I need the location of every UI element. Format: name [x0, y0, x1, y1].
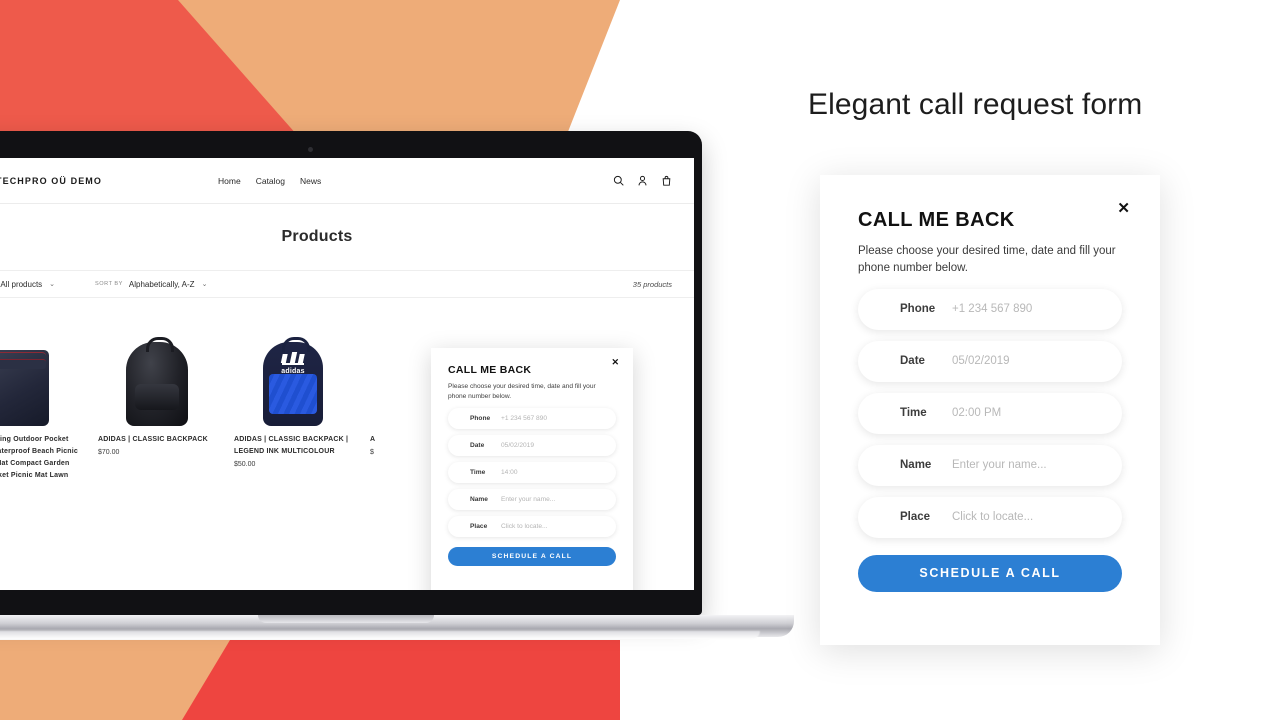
modal-title: CALL ME BACK — [448, 364, 532, 376]
product-illustration-blue-backpack: adidas — [263, 337, 323, 426]
sort-by-value: Alphabetically, A-Z — [128, 279, 195, 289]
product-illustration-navy-pouch — [0, 350, 49, 426]
schedule-a-call-button[interactable]: SCHEDULE A CALL — [858, 554, 1122, 592]
name-label: Name — [470, 495, 488, 503]
schedule-a-call-button[interactable]: SCHEDULE A CALL — [448, 546, 616, 566]
search-icon[interactable] — [613, 175, 624, 186]
laptop-camera — [308, 147, 313, 152]
product-count: 35 products — [632, 279, 672, 289]
name-field[interactable]: Name Enter your name... — [448, 488, 616, 510]
adidas-logo-icon — [280, 351, 306, 365]
laptop-foot — [0, 631, 760, 639]
laptop-screen: ARCHITECHPRO OÜ DEMO Home Catalog News — [0, 158, 694, 590]
phone-value: +1 234 567 890 — [501, 414, 548, 422]
date-value: 05/02/2019 — [952, 355, 1010, 368]
name-placeholder: Enter your name... — [501, 495, 556, 503]
adidas-wordmark: adidas — [281, 368, 305, 375]
name-label: Name — [900, 459, 932, 472]
product-image: adidas — [234, 316, 352, 426]
laptop-mockup: ARCHITECHPRO OÜ DEMO Home Catalog News — [0, 131, 800, 643]
place-placeholder: Click to locate... — [501, 522, 548, 530]
name-field[interactable]: Name Enter your name... — [858, 444, 1122, 486]
time-field[interactable]: Time 02:00 PM — [858, 392, 1122, 434]
call-me-back-modal: ✕ CALL ME BACK Please choose your desire… — [820, 175, 1160, 645]
time-value: 14:00 — [501, 468, 518, 476]
chevron-down-icon: ⌄ — [201, 281, 208, 288]
laptop-lid: ARCHITECHPRO OÜ DEMO Home Catalog News — [0, 131, 702, 615]
phone-label: Phone — [470, 414, 491, 422]
phone-field[interactable]: Phone +1 234 567 890 — [858, 288, 1122, 330]
product-card[interactable]: 2 size Folding Outdoor Pocket Blanket Wa… — [0, 316, 80, 504]
store-header-icons — [613, 175, 672, 186]
store-header: ARCHITECHPRO OÜ DEMO Home Catalog News — [0, 158, 694, 204]
phone-value: +1 234 567 890 — [952, 303, 1033, 316]
place-field[interactable]: Place Click to locate... — [858, 496, 1122, 538]
product-price: $50.00 — [234, 461, 256, 469]
laptop-base-notch — [258, 615, 434, 623]
product-card[interactable]: ADIDAS | CLASSIC BACKPACK $70.00 — [98, 316, 216, 504]
name-placeholder: Enter your name... — [952, 459, 1047, 472]
screen-call-me-back-modal: ✕ CALL ME BACK Please choose your desire… — [431, 348, 633, 590]
close-icon[interactable]: ✕ — [1117, 201, 1130, 216]
date-label: Date — [470, 441, 485, 449]
nav-item-news[interactable]: News — [300, 176, 321, 186]
phone-label: Phone — [900, 303, 936, 316]
chevron-down-icon: ⌄ — [49, 281, 56, 288]
place-field[interactable]: Place Click to locate... — [448, 515, 616, 537]
product-image — [0, 316, 80, 426]
filter-by-value: All products — [0, 279, 43, 289]
product-card[interactable]: adidas ADIDAS | CLASSIC BACKPACK | LEGEN… — [234, 316, 352, 504]
date-value: 05/02/2019 — [501, 441, 535, 449]
sort-by-label: SORT BY — [95, 281, 123, 287]
sort-by-control[interactable]: SORT BY Alphabetically, A-Z ⌄ — [95, 280, 207, 289]
time-label: Time — [470, 468, 486, 476]
date-field[interactable]: Date 05/02/2019 — [448, 434, 616, 456]
cart-icon[interactable] — [661, 175, 672, 186]
store-logo[interactable]: ARCHITECHPRO OÜ DEMO — [0, 176, 102, 186]
modal-subtitle: Please choose your desired time, date an… — [858, 245, 1116, 275]
page-title-wrap: Products — [0, 204, 694, 270]
screenshot-root: ARCHITECHPRO OÜ DEMO Home Catalog News — [0, 0, 1280, 720]
date-field[interactable]: Date 05/02/2019 — [858, 340, 1122, 382]
nav-item-home[interactable]: Home — [218, 176, 241, 186]
product-name: 2 size Folding Outdoor Pocket Blanket Wa… — [0, 436, 79, 480]
product-image — [98, 316, 216, 426]
time-value: 02:00 PM — [952, 407, 1002, 420]
account-icon[interactable] — [637, 175, 648, 186]
filter-bar: FILTER BY All products ⌄ SORT BY Alphabe… — [0, 270, 694, 298]
place-placeholder: Click to locate... — [952, 511, 1034, 524]
place-label: Place — [900, 511, 931, 524]
headline: Elegant call request form — [808, 88, 1143, 121]
product-illustration-black-backpack — [126, 337, 188, 426]
product-price: $10.64 — [0, 497, 80, 504]
date-label: Date — [900, 355, 925, 368]
product-name: ADIDAS | CLASSIC BACKPACK — [98, 436, 208, 443]
product-price: $70.00 — [98, 449, 120, 457]
page-title: Products — [281, 228, 353, 245]
store-nav: Home Catalog News — [218, 176, 321, 186]
modal-subtitle: Please choose your desired time, date an… — [448, 383, 596, 400]
modal-title: CALL ME BACK — [858, 209, 1015, 231]
nav-item-catalog[interactable]: Catalog — [256, 176, 285, 186]
product-name: ADIDAS | CLASSIC BACKPACK | LEGEND INK M… — [234, 436, 349, 456]
filter-by-control[interactable]: FILTER BY All products ⌄ — [0, 280, 55, 289]
time-field[interactable]: Time 14:00 — [448, 461, 616, 483]
place-label: Place — [470, 522, 488, 530]
time-label: Time — [900, 407, 927, 420]
backpack-front-panel — [269, 374, 317, 414]
phone-field[interactable]: Phone +1 234 567 890 — [448, 407, 616, 429]
storefront-page: ARCHITECHPRO OÜ DEMO Home Catalog News — [0, 158, 694, 590]
close-icon[interactable]: ✕ — [611, 358, 619, 367]
